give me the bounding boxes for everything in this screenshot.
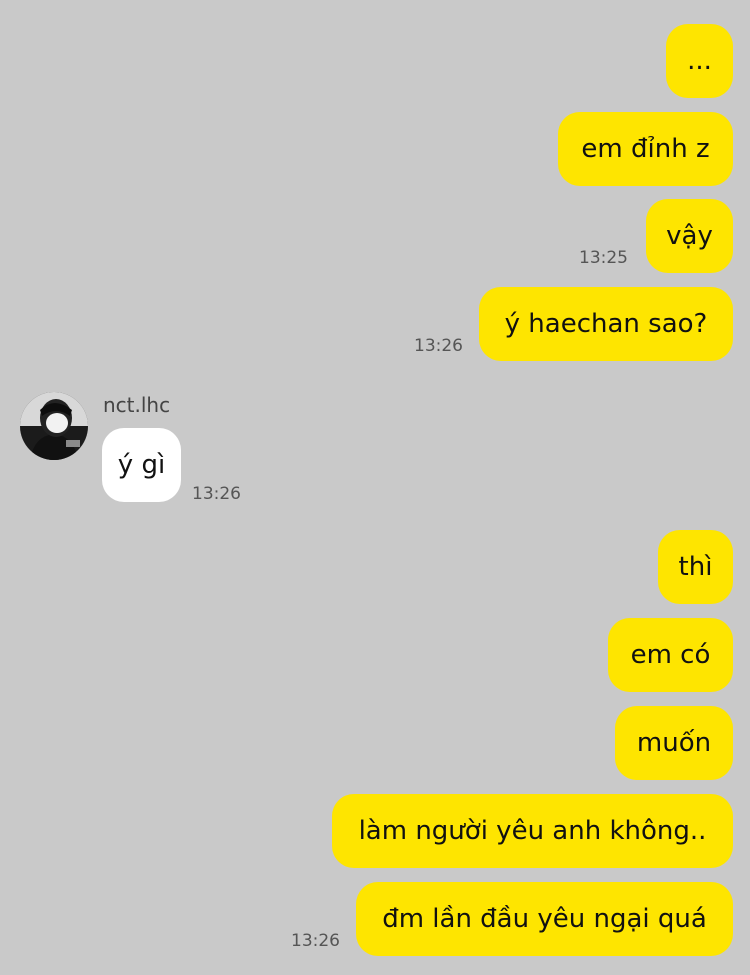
message-timestamp: 13:26 bbox=[192, 484, 241, 504]
avatar-photo bbox=[20, 392, 88, 460]
message-bubble-outgoing[interactable]: thì bbox=[658, 530, 733, 604]
message-bubble-outgoing[interactable]: em có bbox=[608, 618, 733, 692]
message-bubble-outgoing[interactable]: muốn bbox=[615, 706, 733, 780]
message-timestamp: 13:26 bbox=[414, 336, 463, 356]
message-bubble-outgoing[interactable]: vậy bbox=[646, 199, 733, 273]
chat-area[interactable]: ... em đỉnh z vậy 13:25 ý haechan sao? 1… bbox=[0, 0, 750, 975]
message-bubble-outgoing[interactable]: em đỉnh z bbox=[558, 112, 733, 186]
contact-avatar[interactable] bbox=[20, 392, 88, 460]
contact-name: nct.lhc bbox=[103, 393, 171, 417]
message-timestamp: 13:25 bbox=[579, 248, 628, 268]
message-bubble-outgoing[interactable]: ý haechan sao? bbox=[479, 287, 733, 361]
message-timestamp: 13:26 bbox=[291, 931, 340, 951]
message-bubble-outgoing[interactable]: ... bbox=[666, 24, 733, 98]
message-bubble-incoming[interactable]: ý gì bbox=[102, 428, 181, 502]
message-bubble-outgoing[interactable]: đm lần đầu yêu ngại quá bbox=[356, 882, 733, 956]
message-bubble-outgoing[interactable]: làm người yêu anh không.. bbox=[332, 794, 733, 868]
